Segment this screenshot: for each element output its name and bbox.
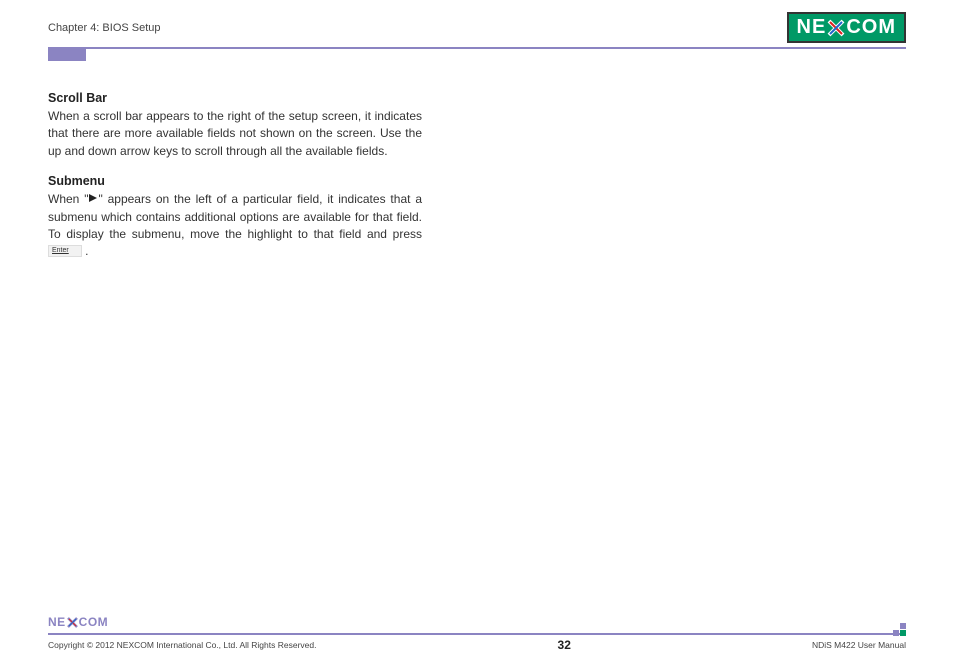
logo-text-left: NE bbox=[797, 16, 827, 39]
heading-scroll-bar: Scroll Bar bbox=[48, 91, 422, 105]
footer-divider bbox=[48, 633, 906, 635]
footer-logo-right: COM bbox=[79, 615, 109, 629]
footer-squares-decoration bbox=[893, 623, 906, 636]
triangle-icon bbox=[88, 191, 98, 208]
footer-manual-name: NDiS M422 User Manual bbox=[812, 640, 906, 650]
body-submenu-post: . bbox=[82, 244, 89, 258]
nexcom-logo: NE COM bbox=[787, 12, 906, 43]
page-number: 32 bbox=[558, 638, 571, 652]
header-tab-decoration bbox=[48, 49, 86, 61]
logo-text-right: COM bbox=[846, 16, 896, 39]
body-submenu: When "" appears on the left of a particu… bbox=[48, 191, 422, 261]
footer-logo-x-icon bbox=[67, 617, 78, 628]
body-scroll-bar: When a scroll bar appears to the right o… bbox=[48, 108, 422, 160]
enter-key-icon: Enter bbox=[48, 245, 82, 257]
heading-submenu: Submenu bbox=[48, 174, 422, 188]
footer-copyright: Copyright © 2012 NEXCOM International Co… bbox=[48, 640, 316, 650]
chapter-title: Chapter 4: BIOS Setup bbox=[48, 22, 161, 34]
logo-x-icon bbox=[827, 19, 845, 37]
footer-logo: NE COM bbox=[48, 615, 906, 629]
header-divider bbox=[48, 47, 906, 49]
body-submenu-mid: " appears on the left of a particular fi… bbox=[48, 192, 422, 241]
footer-logo-left: NE bbox=[48, 615, 66, 629]
body-submenu-pre: When " bbox=[48, 192, 88, 206]
